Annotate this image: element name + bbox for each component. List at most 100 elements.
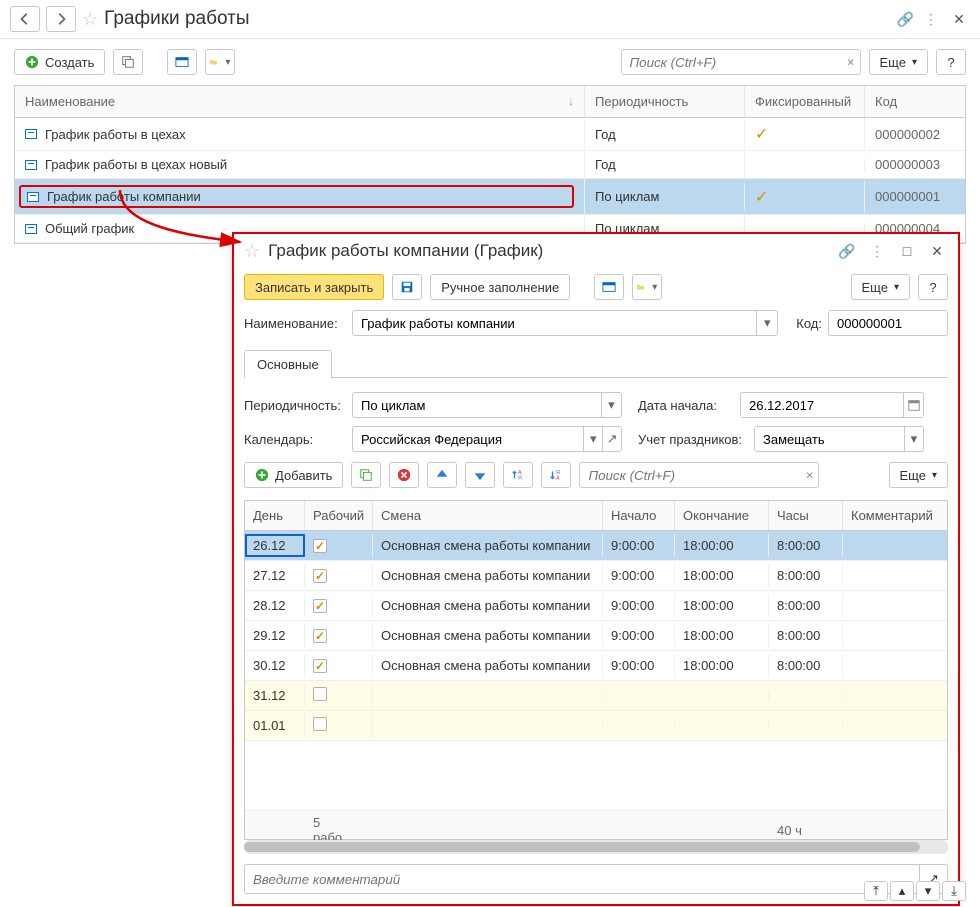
favorite-star-icon[interactable]: ☆	[82, 9, 98, 30]
table-row[interactable]: 27.12Основная смена работы компании9:00:…	[245, 561, 947, 591]
help-button[interactable]: ?	[936, 49, 966, 75]
col-end[interactable]: Окончание	[675, 501, 769, 530]
table-row[interactable]: 30.12Основная смена работы компании9:00:…	[245, 651, 947, 681]
table-row[interactable]: 01.01	[245, 711, 947, 741]
checkbox[interactable]	[313, 629, 327, 643]
dialog-maximize-icon[interactable]: □	[896, 240, 918, 262]
footer-bottom-button[interactable]: ⤓	[942, 881, 966, 901]
sort-desc-button[interactable]: ЯА	[541, 462, 571, 488]
move-up-button[interactable]	[427, 462, 457, 488]
checkbox[interactable]	[313, 569, 327, 583]
period-input[interactable]	[353, 393, 601, 417]
table-row[interactable]: График работы компанииПо циклам✓00000000…	[15, 179, 965, 215]
name-dropdown[interactable]: ▾	[756, 311, 777, 335]
create-button[interactable]: Создать	[14, 49, 105, 75]
calendar-icon[interactable]	[903, 393, 923, 417]
page-title: Графики работы	[104, 8, 249, 30]
add-button[interactable]: Добавить	[244, 462, 343, 488]
table-row[interactable]: 26.12Основная смена работы компании9:00:…	[245, 531, 947, 561]
link-icon[interactable]: 🔗	[897, 11, 914, 28]
table-row[interactable]: 31.12	[245, 681, 947, 711]
col-fixed[interactable]: Фиксированный	[745, 86, 865, 117]
start-field[interactable]	[740, 392, 924, 418]
col-start[interactable]: Начало	[603, 501, 675, 530]
start-input[interactable]	[741, 393, 903, 417]
sort-asc-button[interactable]: АЯ	[503, 462, 533, 488]
dlg-folder-more-button[interactable]: ▾	[632, 274, 662, 300]
dlg-more-button[interactable]: Еще ▾	[851, 274, 910, 300]
period-field[interactable]: ▾	[352, 392, 622, 418]
days-more-button[interactable]: Еще ▾	[889, 462, 948, 488]
dialog-close-icon[interactable]: ✕	[926, 240, 948, 262]
save-button[interactable]	[392, 274, 422, 300]
table-row[interactable]: 28.12Основная смена работы компании9:00:…	[245, 591, 947, 621]
comment-input[interactable]	[245, 868, 919, 891]
days-search-input[interactable]	[579, 462, 819, 488]
move-down-button[interactable]	[465, 462, 495, 488]
close-icon[interactable]: ✕	[948, 8, 970, 30]
holidays-dropdown[interactable]: ▾	[904, 427, 923, 451]
col-period[interactable]: Периодичность	[585, 86, 745, 117]
nav-back-button[interactable]	[10, 6, 40, 32]
col-working[interactable]: Рабочий	[305, 501, 373, 530]
footer-down-button[interactable]: ▾	[916, 881, 940, 901]
checkbox[interactable]	[313, 659, 327, 673]
plus-icon	[255, 468, 269, 482]
delete-icon	[397, 468, 411, 482]
calendar-open[interactable]: ↗	[602, 427, 621, 451]
copy-icon	[121, 55, 135, 69]
search-clear-icon[interactable]: ×	[847, 55, 855, 70]
footer-up-button[interactable]: ▴	[890, 881, 914, 901]
dialog-more-icon[interactable]: ⋮	[866, 240, 888, 262]
holidays-input[interactable]	[755, 427, 904, 451]
table-row[interactable]: График работы в цехахГод✓000000002	[15, 118, 965, 151]
checkbox[interactable]	[313, 539, 327, 553]
manual-fill-button[interactable]: Ручное заполнение	[430, 274, 570, 300]
col-comment[interactable]: Комментарий	[843, 501, 947, 530]
schedules-grid: Наименование ↓ Периодичность Фиксированн…	[14, 85, 966, 244]
delete-row-button[interactable]	[389, 462, 419, 488]
more-menu-icon[interactable]: ⋮	[920, 8, 942, 30]
calendar-input[interactable]	[353, 427, 583, 451]
copy-button[interactable]	[113, 49, 143, 75]
calendar-label: Календарь:	[244, 432, 346, 447]
more-button[interactable]: Еще ▾	[869, 49, 928, 75]
checkbox[interactable]	[313, 717, 327, 731]
holidays-field[interactable]: ▾	[754, 426, 924, 452]
arrow-right-icon	[54, 12, 68, 26]
col-name[interactable]: Наименование ↓	[15, 86, 585, 117]
copy-row-button[interactable]	[351, 462, 381, 488]
search-input[interactable]	[621, 49, 861, 75]
col-shift[interactable]: Смена	[373, 501, 603, 530]
col-day[interactable]: День	[245, 501, 305, 530]
days-scrollbar[interactable]	[244, 840, 948, 854]
document-icon	[27, 192, 39, 202]
col-code[interactable]: Код	[865, 86, 965, 117]
footer-top-button[interactable]: ⤒	[864, 881, 888, 901]
period-dropdown[interactable]: ▾	[601, 393, 621, 417]
days-search-clear-icon[interactable]: ×	[806, 468, 814, 483]
checkbox[interactable]	[313, 599, 327, 613]
chevron-down-icon: ▾	[932, 470, 937, 481]
dlg-help-button[interactable]: ?	[918, 274, 948, 300]
table-row[interactable]: 29.12Основная смена работы компании9:00:…	[245, 621, 947, 651]
table-row[interactable]: График работы в цехах новыйГод000000003	[15, 151, 965, 179]
nav-forward-button[interactable]	[46, 6, 76, 32]
tab-main[interactable]: Основные	[244, 350, 332, 378]
calendar-field[interactable]: ▾ ↗	[352, 426, 622, 452]
calendar-dropdown[interactable]: ▾	[583, 427, 602, 451]
checkbox[interactable]	[313, 687, 327, 701]
sort-asc-icon: АЯ	[511, 468, 525, 482]
dialog-link-icon[interactable]: 🔗	[836, 240, 858, 262]
name-field[interactable]: ▾	[352, 310, 778, 336]
schedule-button[interactable]	[167, 49, 197, 75]
chevron-down-icon: ▾	[912, 57, 917, 68]
dlg-schedule-button[interactable]	[594, 274, 624, 300]
col-hours[interactable]: Часы	[769, 501, 843, 530]
code-input[interactable]	[829, 311, 947, 335]
dialog-favorite-icon[interactable]: ☆	[244, 241, 260, 262]
save-close-button[interactable]: Записать и закрыть	[244, 274, 384, 300]
folder-more-button[interactable]: ▾	[205, 49, 235, 75]
name-input[interactable]	[353, 311, 756, 335]
code-field[interactable]	[828, 310, 948, 336]
